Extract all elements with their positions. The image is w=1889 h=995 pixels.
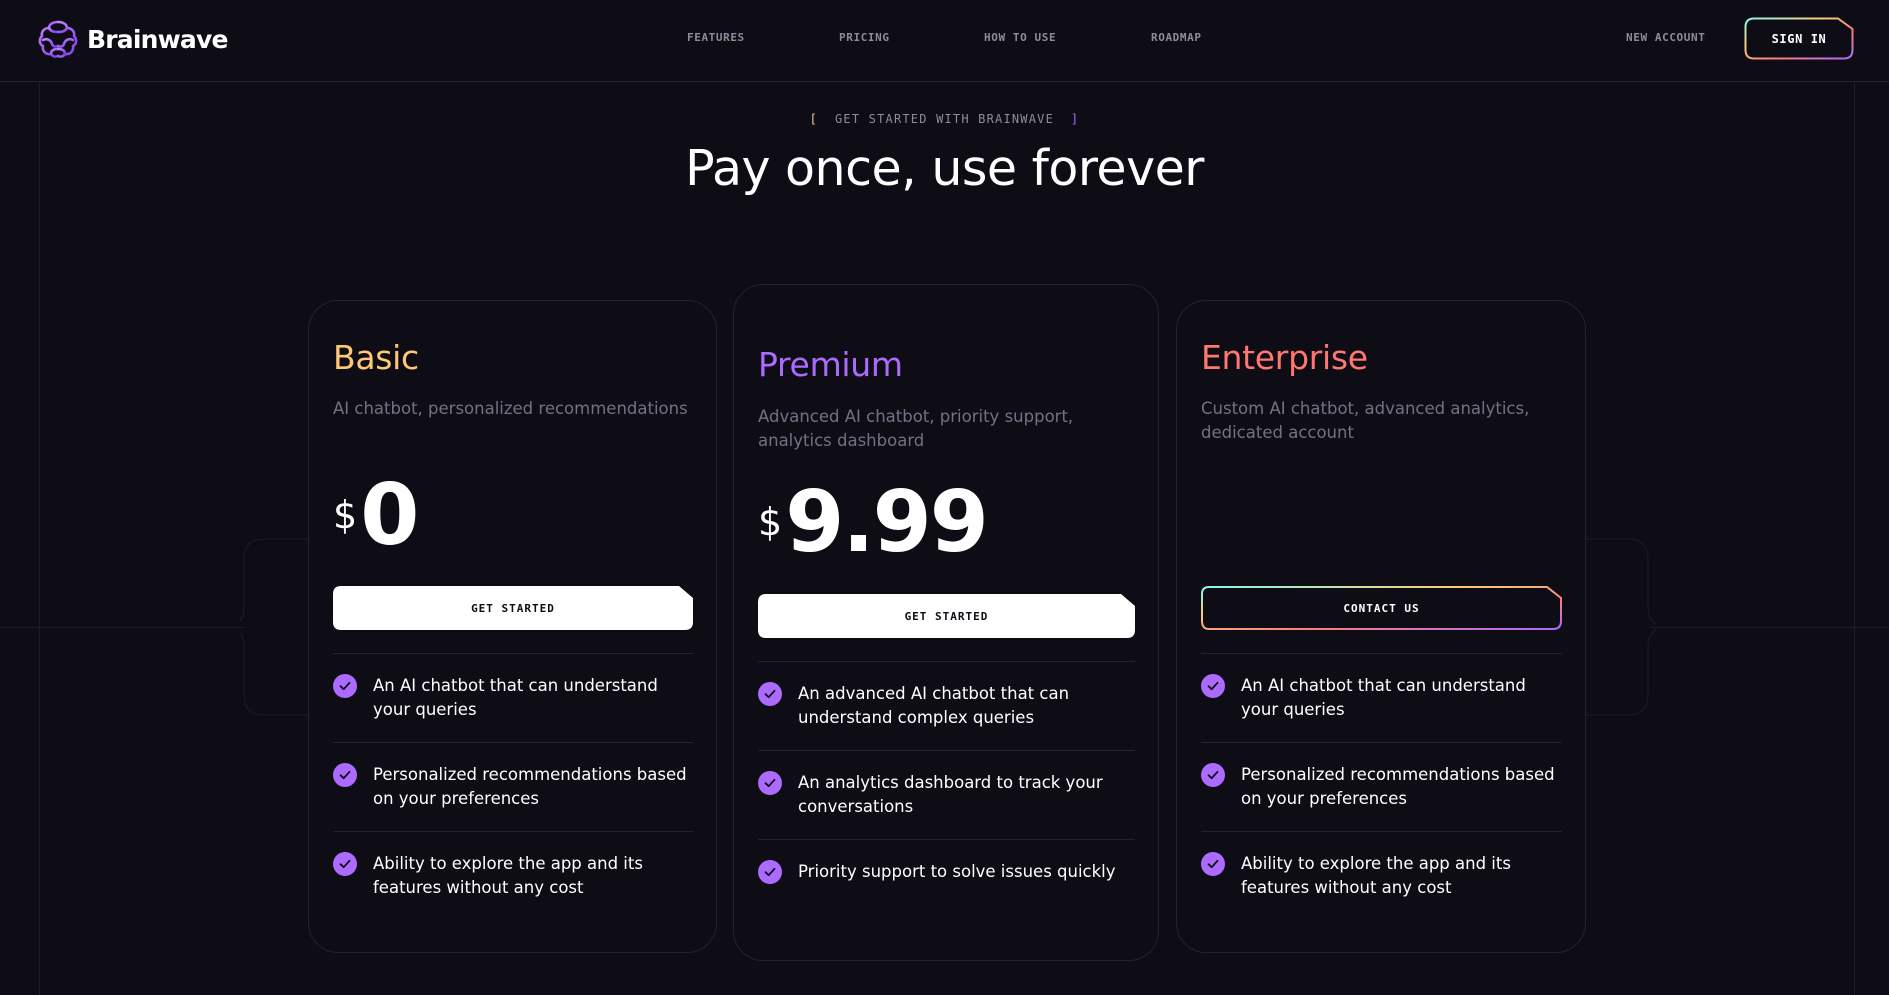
- button-label: GET STARTED: [904, 609, 989, 623]
- plan-price: $ 9.99: [758, 473, 989, 572]
- feature-item: An advanced AI chatbot that can understa…: [758, 661, 1135, 750]
- frame-line-left: [39, 82, 40, 995]
- check-circle-icon: [333, 852, 357, 876]
- check-circle-icon: [1201, 852, 1225, 876]
- button-label: CONTACT US: [1343, 601, 1420, 615]
- plan-card-basic: Basic AI chatbot, personalized recommend…: [308, 300, 717, 953]
- feature-text: Priority support to solve issues quickly: [798, 862, 1116, 881]
- brand-name: Brainwave: [87, 24, 228, 54]
- frame-line-right: [1854, 82, 1855, 995]
- nav-features[interactable]: FEATURES: [687, 31, 745, 44]
- check-circle-icon: [1201, 674, 1225, 698]
- feature-item: An analytics dashboard to track your con…: [758, 750, 1135, 839]
- feature-item: Personalized recommendations based on yo…: [1201, 742, 1562, 831]
- contact-us-button[interactable]: CONTACT US: [1201, 586, 1562, 630]
- feature-text: Personalized recommendations based on yo…: [1241, 765, 1555, 808]
- check-circle-icon: [758, 771, 782, 795]
- eyebrow-text: GET STARTED WITH BRAINWAVE: [834, 112, 1055, 126]
- feature-list: An AI chatbot that can understand your q…: [333, 653, 693, 920]
- plan-price: $ 0: [333, 466, 419, 565]
- get-started-button[interactable]: GET STARTED: [758, 594, 1135, 638]
- sign-in-label: SIGN IN: [1771, 31, 1827, 46]
- nav-pricing[interactable]: PRICING: [839, 31, 890, 44]
- price-currency: $: [758, 500, 783, 544]
- plan-description: AI chatbot, personalized recommendations: [333, 399, 688, 418]
- feature-item: An AI chatbot that can understand your q…: [1201, 653, 1562, 742]
- decor-line: [1650, 627, 1889, 628]
- feature-list: An AI chatbot that can understand your q…: [1201, 653, 1562, 920]
- get-started-button[interactable]: GET STARTED: [333, 586, 693, 630]
- price-amount: 9.99: [785, 473, 989, 572]
- plan-card-enterprise: Enterprise Custom AI chatbot, advanced a…: [1176, 300, 1586, 953]
- plan-description: Advanced AI chatbot, priority support, a…: [758, 407, 1074, 450]
- feature-text: An AI chatbot that can understand your q…: [373, 676, 658, 719]
- feature-text: Ability to explore the app and its featu…: [373, 854, 643, 897]
- feature-item: Personalized recommendations based on yo…: [333, 742, 693, 831]
- check-circle-icon: [1201, 763, 1225, 787]
- decor-bracket-left: [240, 538, 310, 716]
- feature-item: An AI chatbot that can understand your q…: [333, 653, 693, 742]
- feature-text: An AI chatbot that can understand your q…: [1241, 676, 1526, 719]
- section-eyebrow: [ GET STARTED WITH BRAINWAVE ]: [0, 112, 1889, 126]
- brain-logo-icon: [38, 20, 78, 58]
- plan-title: Basic: [333, 338, 419, 377]
- button-label: GET STARTED: [471, 601, 555, 615]
- plan-title: Premium: [758, 345, 903, 384]
- check-circle-icon: [333, 674, 357, 698]
- price-amount: 0: [360, 466, 419, 565]
- price-currency: $: [333, 493, 358, 537]
- feature-text: Ability to explore the app and its featu…: [1241, 854, 1511, 897]
- brand-link[interactable]: Brainwave: [37, 18, 228, 60]
- check-circle-icon: [758, 860, 782, 884]
- feature-text: An advanced AI chatbot that can understa…: [798, 684, 1070, 727]
- check-circle-icon: [758, 682, 782, 706]
- plan-title: Enterprise: [1201, 338, 1368, 377]
- feature-text: An analytics dashboard to track your con…: [798, 773, 1103, 816]
- eyebrow-bracket-close: ]: [1070, 112, 1080, 126]
- feature-item: Ability to explore the app and its featu…: [1201, 831, 1562, 920]
- page-title: Pay once, use forever: [685, 140, 1204, 197]
- top-navbar: Brainwave FEATURES PRICING HOW TO USE RO…: [0, 0, 1889, 82]
- decor-line: [0, 627, 245, 628]
- sign-in-button[interactable]: SIGN IN: [1744, 17, 1854, 60]
- new-account-link[interactable]: NEW ACCOUNT: [1626, 31, 1705, 44]
- nav-how-to-use[interactable]: HOW TO USE: [984, 31, 1056, 44]
- pricing-page: Brainwave FEATURES PRICING HOW TO USE RO…: [0, 0, 1889, 995]
- plan-description: Custom AI chatbot, advanced analytics, d…: [1201, 399, 1530, 442]
- feature-list: An advanced AI chatbot that can understa…: [758, 661, 1135, 899]
- feature-item: Priority support to solve issues quickly: [758, 839, 1135, 899]
- feature-item: Ability to explore the app and its featu…: [333, 831, 693, 920]
- decor-bracket-right: [1586, 538, 1656, 716]
- plan-card-premium: Premium Advanced AI chatbot, priority su…: [733, 284, 1159, 961]
- feature-text: Personalized recommendations based on yo…: [373, 765, 687, 808]
- nav-roadmap[interactable]: ROADMAP: [1151, 31, 1202, 44]
- check-circle-icon: [333, 763, 357, 787]
- eyebrow-bracket-open: [: [809, 112, 819, 126]
